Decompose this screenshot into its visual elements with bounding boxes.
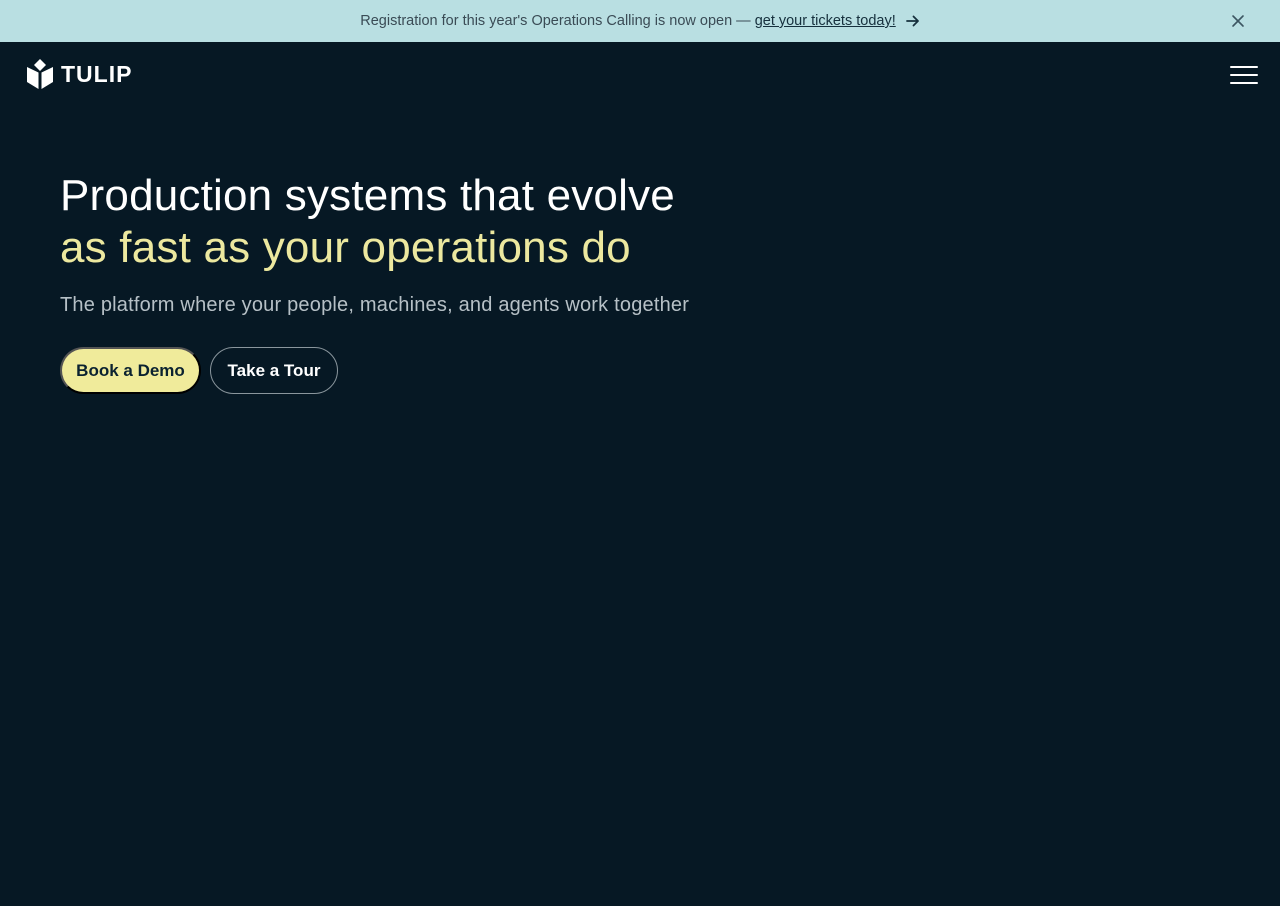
tickets-link[interactable]: get your tickets today! bbox=[755, 13, 896, 29]
announcement-banner: Registration for this year's Operations … bbox=[0, 0, 1280, 42]
top-navbar: TULIP bbox=[0, 42, 1280, 108]
arrow-right-icon[interactable] bbox=[905, 15, 920, 27]
headline-line-1: Production systems that evolve bbox=[60, 171, 675, 220]
book-demo-button[interactable]: Book a Demo bbox=[60, 347, 201, 394]
logo-wordmark: TULIP bbox=[61, 60, 133, 87]
headline-line-2: as fast as your operations do bbox=[60, 223, 631, 272]
tulip-logo-icon bbox=[27, 59, 53, 89]
announcement-text: Registration for this year's Operations … bbox=[360, 13, 751, 29]
announcement-message: Registration for this year's Operations … bbox=[360, 13, 919, 29]
hero-section: Production systems that evolve as fast a… bbox=[60, 170, 960, 394]
hero-subheadline: The platform where your people, machines… bbox=[60, 294, 690, 316]
close-icon[interactable] bbox=[1230, 13, 1246, 29]
cta-group: Book a Demo Take a Tour bbox=[60, 347, 960, 394]
hero-headline: Production systems that evolve as fast a… bbox=[60, 170, 960, 274]
tulip-logo[interactable]: TULIP bbox=[26, 58, 132, 90]
take-tour-button[interactable]: Take a Tour bbox=[210, 347, 338, 394]
hamburger-menu-icon[interactable] bbox=[1230, 64, 1258, 86]
